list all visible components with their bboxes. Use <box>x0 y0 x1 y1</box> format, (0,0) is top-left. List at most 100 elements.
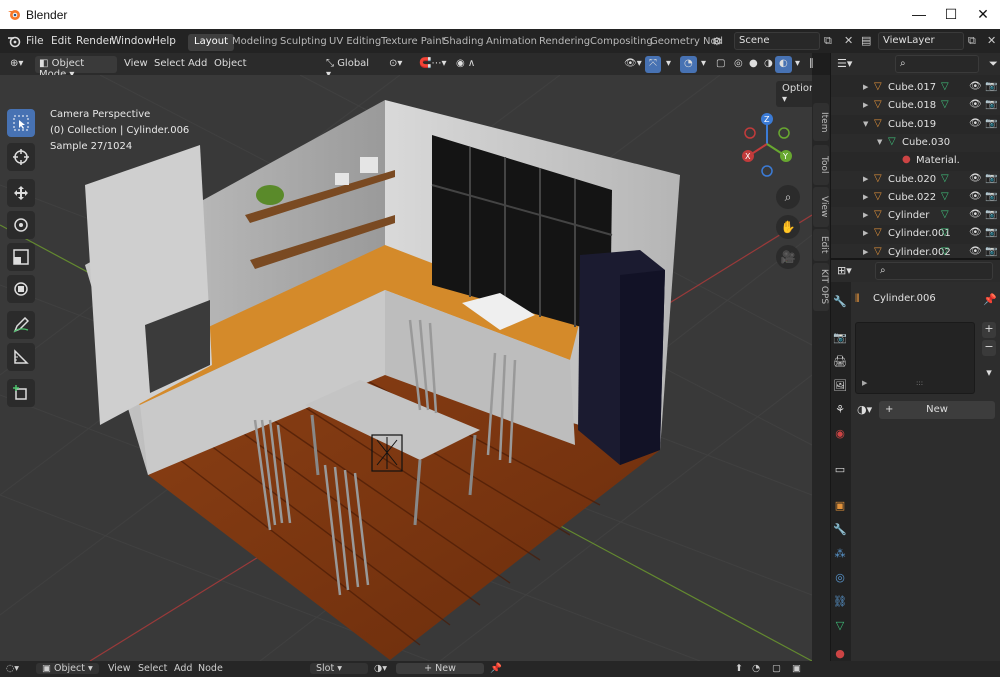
eye-icon[interactable]: 👁 <box>969 173 982 184</box>
eye-icon[interactable]: 👁 <box>969 209 982 220</box>
mesh-data-icon[interactable]: ▽ <box>941 81 949 92</box>
bottom-select-menu[interactable]: Select <box>138 663 167 674</box>
sidebar-toggle-bottom[interactable]: ▣ <box>792 663 801 674</box>
bottom-view-menu[interactable]: View <box>108 663 131 674</box>
overlay-dropdown-icon[interactable]: ▾ <box>697 56 710 73</box>
scene-icon[interactable]: ⚙ <box>712 35 722 48</box>
shading-rendered-icon[interactable]: ◐ <box>775 56 792 73</box>
menu-file[interactable]: File <box>26 35 44 47</box>
close-button[interactable]: ✕ <box>968 0 998 29</box>
maximize-button[interactable]: ☐ <box>936 0 966 29</box>
move-tool[interactable] <box>7 179 35 207</box>
measure-tool[interactable] <box>7 343 35 371</box>
pan-hand-icon[interactable]: ✋ <box>776 215 800 239</box>
toggle-sidebar-icon[interactable]: ∥ <box>805 56 818 73</box>
collection-tab-icon[interactable]: ▭ <box>831 460 849 478</box>
menu-edit[interactable]: Edit <box>51 35 71 47</box>
backdrop-icon[interactable]: ▢ <box>772 663 781 674</box>
slot-menu-icon[interactable]: ▾ <box>982 366 996 382</box>
render-tab-icon[interactable]: 📷 <box>831 328 849 346</box>
menu-render[interactable]: Render <box>76 35 113 47</box>
properties-search[interactable]: ⌕ <box>875 262 993 280</box>
slot-select[interactable]: Slot ▾ <box>310 663 368 674</box>
outliner-row[interactable]: ▼ ▽ Cube.030 <box>831 133 1000 152</box>
outliner-row[interactable]: ▶ ▽ Cylinder ▽ 👁 📷 <box>831 207 1000 226</box>
navigation-gizmo[interactable]: Z X Y <box>736 111 798 177</box>
new-scene-icon[interactable]: ⧉ <box>824 34 832 48</box>
outliner-row[interactable]: ▶ ▽ Cube.020 ▽ 👁 📷 <box>831 170 1000 189</box>
mesh-data-icon[interactable]: ▽ <box>941 99 949 110</box>
editor-type-icon[interactable]: ⊕▾ <box>6 56 27 73</box>
material-tab-icon[interactable]: ● <box>831 644 849 662</box>
gizmo-toggle-icon[interactable]: ⤧ <box>645 56 661 73</box>
remove-slot-button[interactable]: − <box>982 340 996 356</box>
expand-arrow-icon[interactable]: ▶ <box>862 379 867 387</box>
tab-item[interactable]: Item <box>813 103 829 141</box>
eye-icon[interactable]: 👁 <box>969 81 982 92</box>
data-tab-icon[interactable]: ▽ <box>831 616 849 634</box>
overlay-toggle-icon[interactable]: ◔ <box>680 56 697 73</box>
scale-tool[interactable] <box>7 243 35 271</box>
minimize-button[interactable]: — <box>904 0 934 29</box>
mesh-data-icon[interactable]: ▽ <box>941 227 949 238</box>
outliner-row[interactable]: ▶ ▽ Cube.018 ▽ 👁 📷 <box>831 97 1000 116</box>
mesh-data-icon[interactable]: ▽ <box>941 246 949 257</box>
menu-window[interactable]: Window <box>111 35 152 47</box>
pin-icon-bottom[interactable]: 📌 <box>490 663 502 674</box>
new-view-layer-icon[interactable]: ⧉ <box>968 34 976 48</box>
view-layer-tab-icon[interactable]: 🖼 <box>831 376 849 394</box>
output-tab-icon[interactable]: 🖨 <box>831 352 849 370</box>
menu-help[interactable]: Help <box>152 35 176 47</box>
expand-arrow-icon[interactable]: ▶ <box>863 193 868 201</box>
pin-icon[interactable]: 📌 <box>983 293 997 306</box>
material-browse-icon[interactable]: ◑▾ <box>374 663 387 674</box>
outliner-row[interactable]: ● Material. <box>831 152 1000 170</box>
expand-arrow-icon[interactable]: ▶ <box>863 101 868 109</box>
delete-scene-icon[interactable]: ✕ <box>844 34 853 47</box>
cursor-tool[interactable] <box>7 143 35 171</box>
visibility-icon[interactable]: 👁▾ <box>620 56 646 73</box>
orientation-select[interactable]: ⤡ Global ▾ <box>322 56 380 80</box>
tab-edit[interactable]: Edit <box>813 229 829 261</box>
properties-editor-icon[interactable]: ⊞▾ <box>837 264 852 277</box>
viewport-3d[interactable]: Camera Perspective (0) Collection | Cyli… <box>0 75 812 661</box>
eye-icon[interactable]: 👁 <box>969 227 982 238</box>
outliner-row[interactable]: ▼ ▽ Cube.019 👁 📷 <box>831 116 1000 134</box>
zoom-icon[interactable]: ⌕ <box>776 185 800 209</box>
view-layer-field[interactable]: ViewLayer <box>878 32 964 50</box>
scene-field[interactable]: Scene <box>734 32 820 50</box>
tab-kit-ops[interactable]: KIT OPS <box>813 263 829 311</box>
rotate-tool[interactable] <box>7 211 35 239</box>
object-tab-icon[interactable]: ▣ <box>831 496 849 514</box>
resize-handle-icon[interactable]: ::: <box>916 379 923 387</box>
snap-icon-bottom[interactable]: ⬆ <box>735 663 743 674</box>
expand-arrow-icon[interactable]: ▶ <box>863 211 868 219</box>
tab-view[interactable]: View <box>813 187 829 227</box>
render-camera-icon[interactable]: 📷 <box>985 209 997 220</box>
mesh-data-icon[interactable]: ▽ <box>941 209 949 220</box>
camera-view-icon[interactable]: 🎥 <box>776 245 800 269</box>
overlay-icon-bottom[interactable]: ◔ <box>752 663 760 674</box>
filter-icon[interactable]: ⏷ <box>989 57 998 71</box>
shading-dropdown-icon[interactable]: ▾ <box>791 56 804 73</box>
particles-tab-icon[interactable]: ⁂ <box>831 544 849 562</box>
bottom-add-menu[interactable]: Add <box>174 663 192 674</box>
view-menu[interactable]: View <box>120 56 152 73</box>
expand-arrow-icon[interactable]: ▶ <box>863 175 868 183</box>
material-slot-list[interactable]: ▶ ::: <box>855 322 975 394</box>
outliner-search[interactable]: ⌕ <box>895 55 979 73</box>
modifier-tab-icon[interactable]: 🔧 <box>831 520 849 538</box>
browse-material-icon[interactable]: ◑▾ <box>857 403 872 416</box>
annotate-tool[interactable] <box>7 311 35 339</box>
scene-tab-icon[interactable]: ⚘ <box>831 400 849 418</box>
new-material-button[interactable]: + New <box>879 401 995 419</box>
bottom-new-button[interactable]: + New <box>396 663 484 674</box>
eye-icon[interactable]: 👁 <box>969 99 982 110</box>
proportional-edit-icon[interactable]: ◉ ∧ <box>452 56 479 73</box>
outliner-row[interactable]: ▶ ▽ Cylinder.001 ▽ 👁 📷 <box>831 225 1000 243</box>
shader-type-select[interactable]: ▣ Object ▾ <box>36 663 99 674</box>
mesh-data-icon[interactable]: ▽ <box>941 173 949 184</box>
expand-arrow-icon[interactable]: ▶ <box>863 248 868 256</box>
constraints-tab-icon[interactable]: ⛓ <box>831 592 849 610</box>
snap-icon[interactable]: 🧲⋯▾ <box>415 56 450 73</box>
